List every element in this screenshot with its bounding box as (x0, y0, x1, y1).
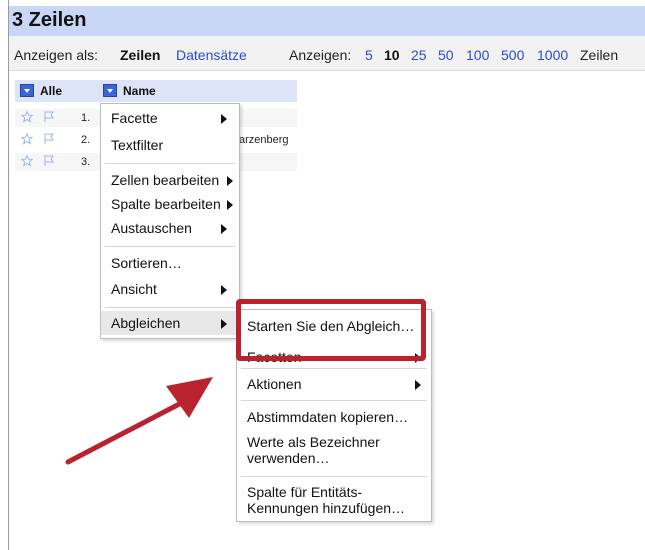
annotation-arrow (65, 377, 213, 465)
annotation-arrow-shaft (65, 397, 190, 465)
annotation-arrow-head (166, 377, 213, 418)
